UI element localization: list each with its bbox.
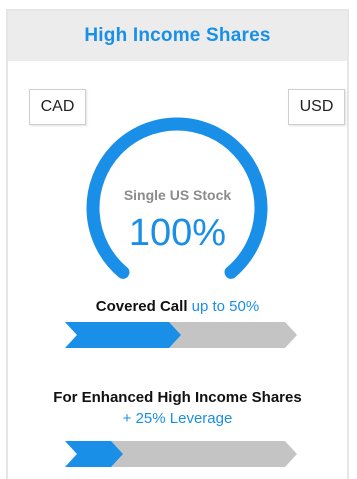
enhanced-title: For Enhanced High Income Shares <box>53 389 302 406</box>
enhanced-subtitle: + 25% Leverage <box>122 410 233 427</box>
covered-call-text: Covered Call <box>95 298 188 315</box>
high-income-card: High Income Shares CAD USD Single US Sto… <box>6 9 349 479</box>
leverage-bar <box>65 441 297 467</box>
covered-call-label: Covered Call up to 50% <box>8 298 347 315</box>
income-gauge <box>86 117 268 279</box>
covered-call-bar <box>65 322 297 348</box>
covered-call-amount: up to 50% <box>191 298 260 315</box>
covered-call-bar-fill <box>65 322 181 348</box>
leverage-bar-fill <box>65 441 123 467</box>
gauge-value: 100% <box>128 212 227 254</box>
gauge-subtitle: Single US Stock <box>123 187 232 203</box>
